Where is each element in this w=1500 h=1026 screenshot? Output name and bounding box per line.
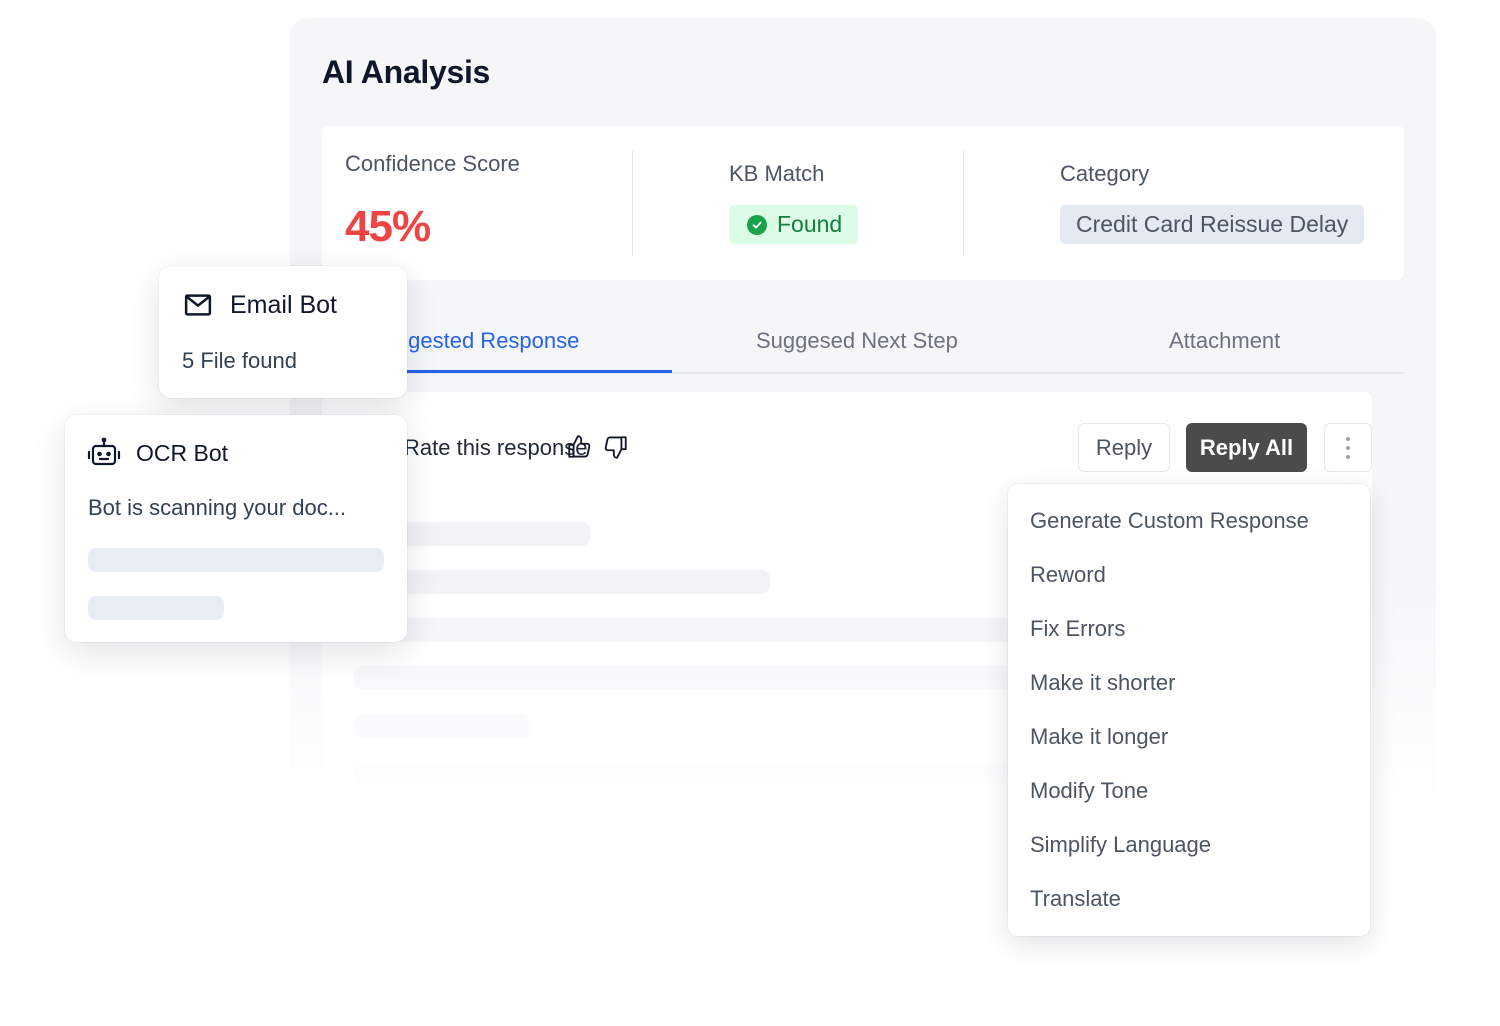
thumbs-down-icon[interactable] [603,434,629,460]
skeleton-line [88,596,224,620]
panel-title: AI Analysis [322,54,491,90]
email-bot-card[interactable]: Email Bot 5 File found [159,266,407,398]
rate-response-label: Rate this response [404,435,588,460]
stats-card: Confidence Score 45% KB Match Found Cate… [322,126,1404,280]
more-options-button[interactable] [1324,423,1372,472]
response-actions-menu: Generate Custom Response Reword Fix Erro… [1008,484,1370,936]
mail-icon [183,290,213,320]
kb-match-value: Found [777,211,843,237]
robot-icon [87,437,121,469]
menu-item-make-longer[interactable]: Make it longer [1030,724,1168,750]
skeleton-line [354,666,1014,690]
email-bot-status: 5 File found [182,348,297,373]
confidence-score-value: 45% [345,202,431,251]
skeleton-line [354,714,530,738]
more-vertical-icon [1346,436,1350,441]
reply-button[interactable]: Reply [1078,423,1170,472]
menu-item-fix-errors[interactable]: Fix Errors [1030,616,1125,642]
thumbs-up-icon[interactable] [566,434,592,460]
skeleton-line [354,570,770,594]
confidence-stat: Confidence Score 45% [322,126,632,280]
menu-item-translate[interactable]: Translate [1030,886,1121,912]
email-bot-title: Email Bot [230,291,337,319]
skeleton-line [88,548,384,572]
skeleton-line [354,618,1014,642]
skeleton-line [354,762,1014,786]
ocr-bot-status: Bot is scanning your doc... [88,495,347,520]
menu-item-make-shorter[interactable]: Make it shorter [1030,670,1176,696]
kb-match-label: KB Match [729,161,825,186]
menu-item-modify-tone[interactable]: Modify Tone [1030,778,1148,804]
category-stat: Category Credit Card Reissue Delay [964,126,1404,280]
confidence-label: Confidence Score [345,151,520,176]
ocr-bot-card[interactable]: OCR Bot Bot is scanning your doc... [65,415,407,642]
menu-item-simplify-language[interactable]: Simplify Language [1030,832,1211,858]
check-circle-icon [747,214,767,235]
kb-match-badge: Found [729,205,859,244]
ocr-bot-title: OCR Bot [136,440,229,466]
reply-all-button[interactable]: Reply All [1186,423,1307,472]
category-badge: Credit Card Reissue Delay [1060,205,1365,244]
menu-item-generate-custom-response[interactable]: Generate Custom Response [1030,508,1309,534]
tab-suggested-next-step[interactable]: Suggesed Next Step [756,328,958,354]
kb-match-stat: KB Match Found [633,126,963,280]
menu-item-reword[interactable]: Reword [1030,562,1106,588]
tab-attachment[interactable]: Attachment [1169,328,1280,354]
response-tabs: Suggested Response Suggesed Next Step At… [322,318,1404,374]
category-label: Category [1060,161,1150,186]
